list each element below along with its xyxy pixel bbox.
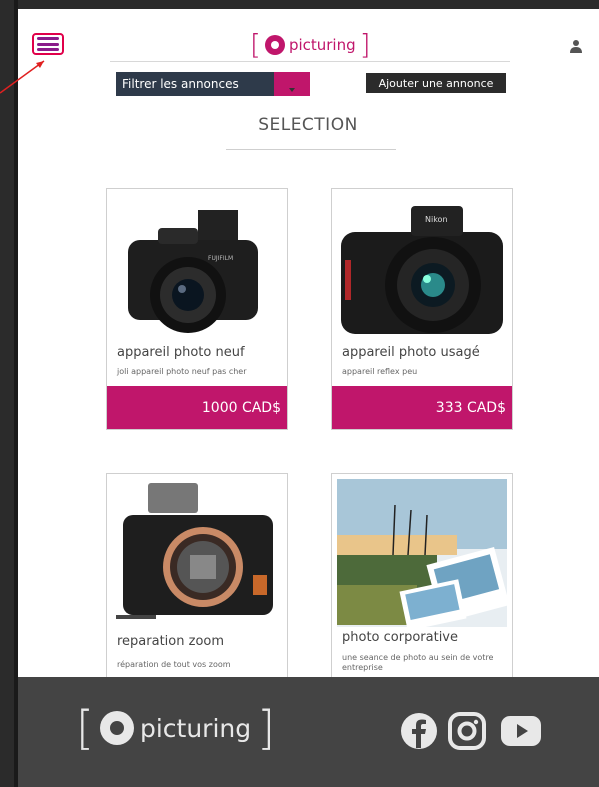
card-title[interactable]: appareil photo usagé — [342, 345, 480, 360]
product-card[interactable]: FUJIFILM appareil photo neuf joli appare… — [106, 188, 288, 430]
card-description: appareil reflex peu — [342, 367, 418, 376]
card-image — [108, 475, 286, 630]
user-icon[interactable] — [570, 39, 582, 53]
product-card[interactable]: photo corporative une seance de photo au… — [331, 473, 513, 683]
card-description: joli appareil photo neuf pas cher — [117, 367, 247, 376]
svg-text:Nikon: Nikon — [425, 215, 448, 224]
youtube-icon[interactable] — [500, 712, 542, 750]
card-price[interactable]: 333 CAD$ — [332, 386, 512, 429]
add-ad-button[interactable]: Ajouter une annonce — [366, 73, 506, 93]
footer-logo[interactable]: [ picturing ] — [76, 705, 275, 751]
header-logo[interactable]: [ picturing ] — [250, 30, 371, 60]
product-card[interactable]: reparation zoom réparation de tout vos z… — [106, 473, 288, 683]
app-viewport: [ picturing ] Filtrer les annonces Ajout… — [18, 9, 599, 787]
card-title[interactable]: appareil photo neuf — [117, 345, 245, 360]
annotation-arrow — [0, 60, 45, 94]
card-image: Nikon — [333, 190, 511, 345]
instagram-icon[interactable] — [448, 712, 486, 750]
card-description: une seance de photo au sein de votre ent… — [342, 653, 494, 672]
card-image — [333, 475, 511, 630]
card-price[interactable]: 1000 CAD$ — [107, 386, 287, 429]
footer: [ picturing ] — [18, 677, 599, 787]
logo-text: picturing — [288, 36, 356, 54]
aperture-icon — [264, 35, 285, 55]
header-divider — [110, 61, 510, 62]
menu-icon[interactable] — [32, 33, 64, 55]
chevron-down-icon[interactable] — [274, 72, 310, 96]
filter-label: Filtrer les annonces — [122, 77, 239, 91]
product-card[interactable]: Nikon appareil photo usagé appareil refl… — [331, 188, 513, 430]
card-title[interactable]: reparation zoom — [117, 634, 224, 649]
aperture-icon — [99, 711, 134, 745]
footer-logo-text: picturing — [139, 713, 252, 743]
svg-text:FUJIFILM: FUJIFILM — [208, 255, 233, 262]
section-title: SELECTION — [258, 115, 358, 135]
card-description: réparation de tout vos zoom — [117, 660, 231, 669]
facebook-icon[interactable] — [400, 712, 438, 750]
section-divider — [226, 149, 396, 150]
filter-ads-button[interactable]: Filtrer les annonces — [116, 72, 310, 96]
card-image: FUJIFILM — [108, 190, 286, 345]
card-title[interactable]: photo corporative — [342, 630, 458, 645]
